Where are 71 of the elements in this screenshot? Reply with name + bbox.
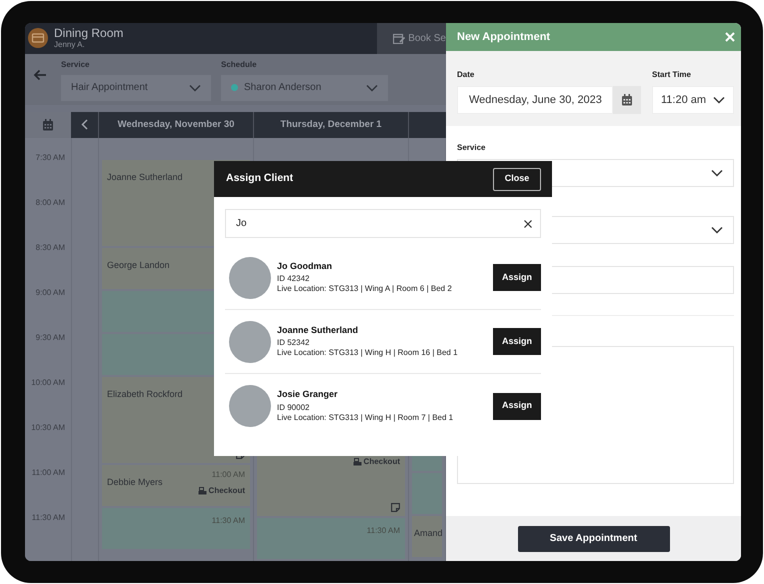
client-name: Joanne Sutherland (277, 324, 360, 336)
checkout-link[interactable]: Checkout (352, 456, 400, 468)
close-icon (524, 220, 532, 228)
client-id: ID 42342 (277, 274, 310, 284)
select-field[interactable]: Hair Appointment (61, 74, 211, 101)
register-icon (352, 458, 362, 466)
date-field[interactable]: Wednesday, June 30, 2023 (457, 86, 613, 114)
field-label: Service (457, 142, 486, 154)
field-label: Schedule (221, 58, 258, 71)
clear-button[interactable] (524, 220, 532, 228)
time-label: 11:00 AM (32, 468, 65, 477)
assign-button[interactable]: Assign (493, 264, 541, 291)
avatar-placeholder (229, 256, 271, 298)
calendar-icon (621, 94, 633, 106)
time-select[interactable]: 11:20 am (652, 86, 734, 114)
chevron-left-icon (81, 119, 88, 130)
search-field[interactable]: Jo (225, 209, 541, 238)
client-name: Elizabeth Rockford (107, 388, 183, 401)
client-name: Josie Granger (277, 389, 339, 401)
client-name: George Landon (107, 259, 170, 272)
client-name: Amand (414, 527, 443, 540)
assign-button[interactable]: Assign (493, 392, 541, 420)
appointment-block[interactable]: Amand (412, 516, 442, 557)
client-name: Joanne Sutherland (107, 171, 183, 184)
app-title: Dining Room (54, 27, 124, 40)
calendar-button[interactable] (613, 86, 641, 114)
time-label: 9:00 AM (36, 288, 65, 297)
edit-calendar-icon (393, 32, 406, 44)
time-label: 8:30 AM (36, 243, 65, 252)
field-label: Start Time (652, 69, 692, 81)
time-label: 10:30 AM (31, 423, 65, 432)
field-label: Date (457, 69, 476, 81)
client-location: Live Location: STG313 | Wing H | Room 7 | Bed 1 (277, 412, 454, 423)
save-button[interactable]: Save Appointment (518, 526, 670, 552)
book-tab[interactable]: Book Se (377, 23, 446, 54)
client-name: Jo Goodman (277, 260, 334, 272)
avatar-placeholder (229, 320, 271, 362)
back-arrow-icon[interactable] (33, 68, 47, 81)
logo-icon (28, 28, 48, 48)
register-icon (198, 487, 207, 495)
client-id: ID 90002 (277, 402, 310, 413)
user-name: Jenny A. (54, 40, 86, 50)
chevron-down-icon (713, 96, 725, 104)
chevron-down-icon (366, 84, 378, 92)
time-label: 7:30 AM (36, 153, 65, 162)
time-label: 11:30 AM (32, 513, 65, 522)
select-field[interactable]: Sharon Anderson (221, 74, 388, 101)
client-name: Debbie Myers (107, 476, 163, 489)
close-button[interactable]: Close (493, 168, 541, 190)
panel-title: New Appointment (457, 30, 550, 45)
field-label: Service (61, 58, 90, 71)
chevron-down-icon (711, 169, 723, 177)
calendar-button[interactable] (25, 112, 71, 138)
close-button[interactable] (725, 32, 735, 42)
time-label: 8:00 AM (36, 198, 65, 207)
calendar-icon (42, 118, 54, 131)
client-location: Live Location: STG313 | Wing H | Room 16 | Bed 1 (277, 348, 459, 358)
time-label: 9:30 AM (36, 333, 65, 342)
slot-time: 11:30 AM (212, 515, 245, 527)
slot-time: 11:30 AM (366, 525, 400, 537)
open-slot[interactable]: 11:30 AM (102, 508, 250, 549)
checkout-link[interactable]: Checkout (198, 485, 245, 497)
chevron-down-icon (711, 226, 723, 234)
time-label: 10:00 AM (31, 378, 65, 387)
client-location: Live Location: STG313 | Wing A | Room 6 | Bed 2 (277, 284, 453, 294)
avatar-placeholder (229, 385, 271, 427)
close-icon (725, 32, 735, 42)
chevron-down-icon (189, 84, 201, 92)
assign-button[interactable]: Assign (493, 328, 541, 355)
open-slot[interactable]: 11:30 AM (257, 518, 405, 559)
client-id: ID 52342 (277, 338, 310, 348)
